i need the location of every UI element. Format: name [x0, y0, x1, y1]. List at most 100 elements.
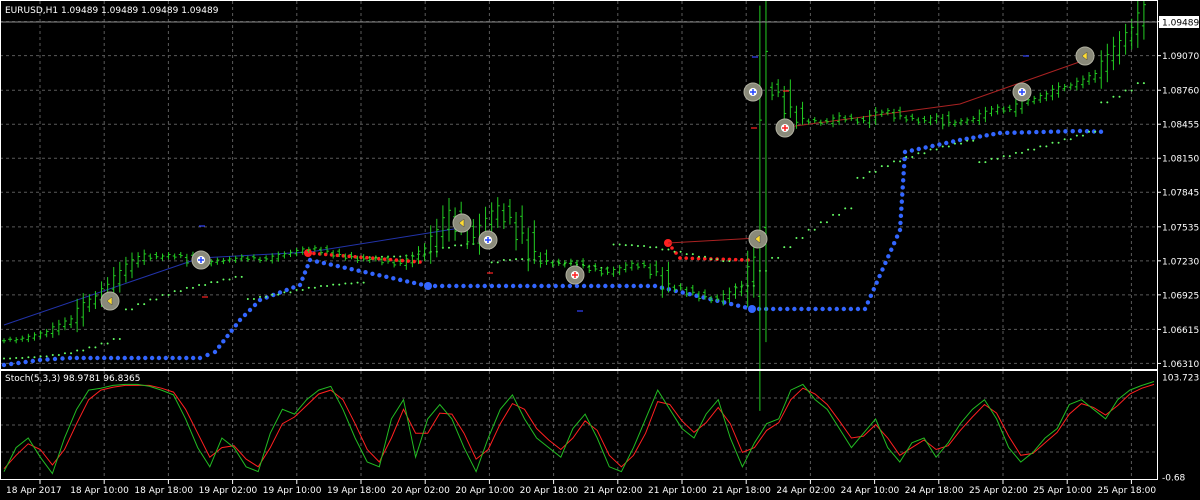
support-dot [1098, 129, 1104, 134]
stop-dot [338, 283, 341, 286]
signal-marker-buy[interactable] [1012, 82, 1032, 102]
signal-marker-sell[interactable] [775, 118, 795, 138]
support-dot [680, 290, 685, 295]
stop-dot [216, 281, 219, 284]
stop-dot [704, 255, 707, 258]
stop-dot [1051, 141, 1054, 144]
stop-dot [984, 161, 987, 164]
stop-dot [722, 260, 725, 263]
support-dot [411, 280, 417, 286]
stop-dot [100, 342, 103, 345]
stop-dot [892, 160, 895, 163]
signal-marker-buy[interactable] [743, 82, 763, 102]
stop-dot [643, 244, 646, 247]
support-dot [813, 306, 818, 312]
stop-dot [204, 283, 207, 286]
stop-dot [789, 246, 792, 249]
stop-dot [850, 207, 853, 210]
support-dot [971, 135, 976, 140]
stop-dot [356, 281, 359, 284]
resistance-dot [382, 257, 387, 261]
support-dot [567, 283, 573, 289]
support-dot [874, 280, 879, 285]
stop-dot [21, 357, 24, 360]
support-dot [297, 282, 303, 288]
time-tick-label: 24 Apr 18:00 [905, 486, 964, 496]
support-dot [631, 283, 636, 289]
stop-dot [905, 156, 908, 159]
stop-dot [1063, 138, 1066, 141]
stop-dot [953, 142, 956, 145]
support-dot [60, 356, 65, 361]
support-dot [197, 355, 203, 361]
stop-dot [1033, 148, 1036, 151]
stop-dot [691, 253, 694, 256]
time-tick-label: 25 Apr 10:00 [1033, 486, 1092, 496]
stop-dot [1020, 151, 1023, 154]
support-dot [880, 267, 885, 272]
signal-marker-flag[interactable] [748, 229, 768, 249]
support-start-dot [424, 282, 432, 290]
support-dot [95, 355, 100, 361]
resistance-dot [335, 253, 340, 258]
support-dot [468, 283, 473, 289]
support-dot [314, 259, 320, 264]
stop-dot [246, 297, 249, 300]
signal-marker-flag[interactable] [1075, 46, 1095, 66]
signal-marker-sell[interactable] [565, 265, 585, 285]
support-dot [525, 283, 530, 289]
support-dot [770, 306, 776, 312]
support-dot [510, 283, 516, 289]
trading-chart[interactable]: EURUSD,H1 1.09489 1.09489 1.09489 1.0948… [0, 0, 1200, 500]
signal-marker-buy[interactable] [478, 230, 498, 250]
stop-dot [966, 139, 969, 142]
support-dot [404, 279, 410, 284]
stop-dot [344, 282, 347, 285]
signal-marker-buy[interactable] [191, 250, 211, 270]
support-dot [1034, 129, 1039, 135]
support-dot [284, 287, 289, 293]
stop-dot [972, 139, 975, 142]
support-dot [1012, 130, 1017, 135]
stop-dot [807, 228, 810, 231]
stop-dot [886, 165, 889, 168]
stop-dot [1094, 130, 1097, 133]
support-dot [539, 283, 544, 289]
stop-dot [978, 161, 981, 164]
support-dot [553, 283, 558, 289]
support-dot [122, 355, 127, 361]
resistance-dot [684, 256, 688, 260]
stop-dot [947, 145, 950, 148]
stop-dot [307, 286, 310, 289]
stop-dot [941, 145, 944, 148]
support-dot [1005, 130, 1010, 136]
support-dot [398, 277, 403, 283]
stochastic-tick-label: 103.7237 [1162, 374, 1200, 384]
stop-dot [679, 250, 682, 253]
support-dot [328, 262, 334, 267]
stop-dot [82, 349, 85, 352]
signal-marker-flag[interactable] [100, 291, 120, 311]
support-dot [855, 306, 861, 312]
support-dot [518, 283, 523, 289]
support-dot [307, 257, 313, 263]
stop-dot [234, 275, 237, 278]
support-dot [349, 266, 354, 272]
time-tick-label: 20 Apr 10:00 [455, 486, 514, 496]
support-dot [930, 143, 935, 149]
resistance-dot [365, 255, 369, 260]
stop-dot [265, 295, 268, 298]
support-dot [937, 142, 942, 147]
support-dot [321, 260, 327, 266]
stop-dot [319, 285, 322, 288]
stop-dot [502, 258, 505, 261]
stop-dot [88, 346, 91, 349]
support-dot [735, 303, 741, 308]
support-dot [81, 355, 86, 361]
signal-marker-flag[interactable] [452, 213, 472, 233]
support-dot [1063, 129, 1068, 134]
support-dot [129, 355, 134, 361]
support-dot [645, 283, 651, 289]
stop-dot [795, 237, 798, 240]
support-dot [588, 283, 594, 289]
